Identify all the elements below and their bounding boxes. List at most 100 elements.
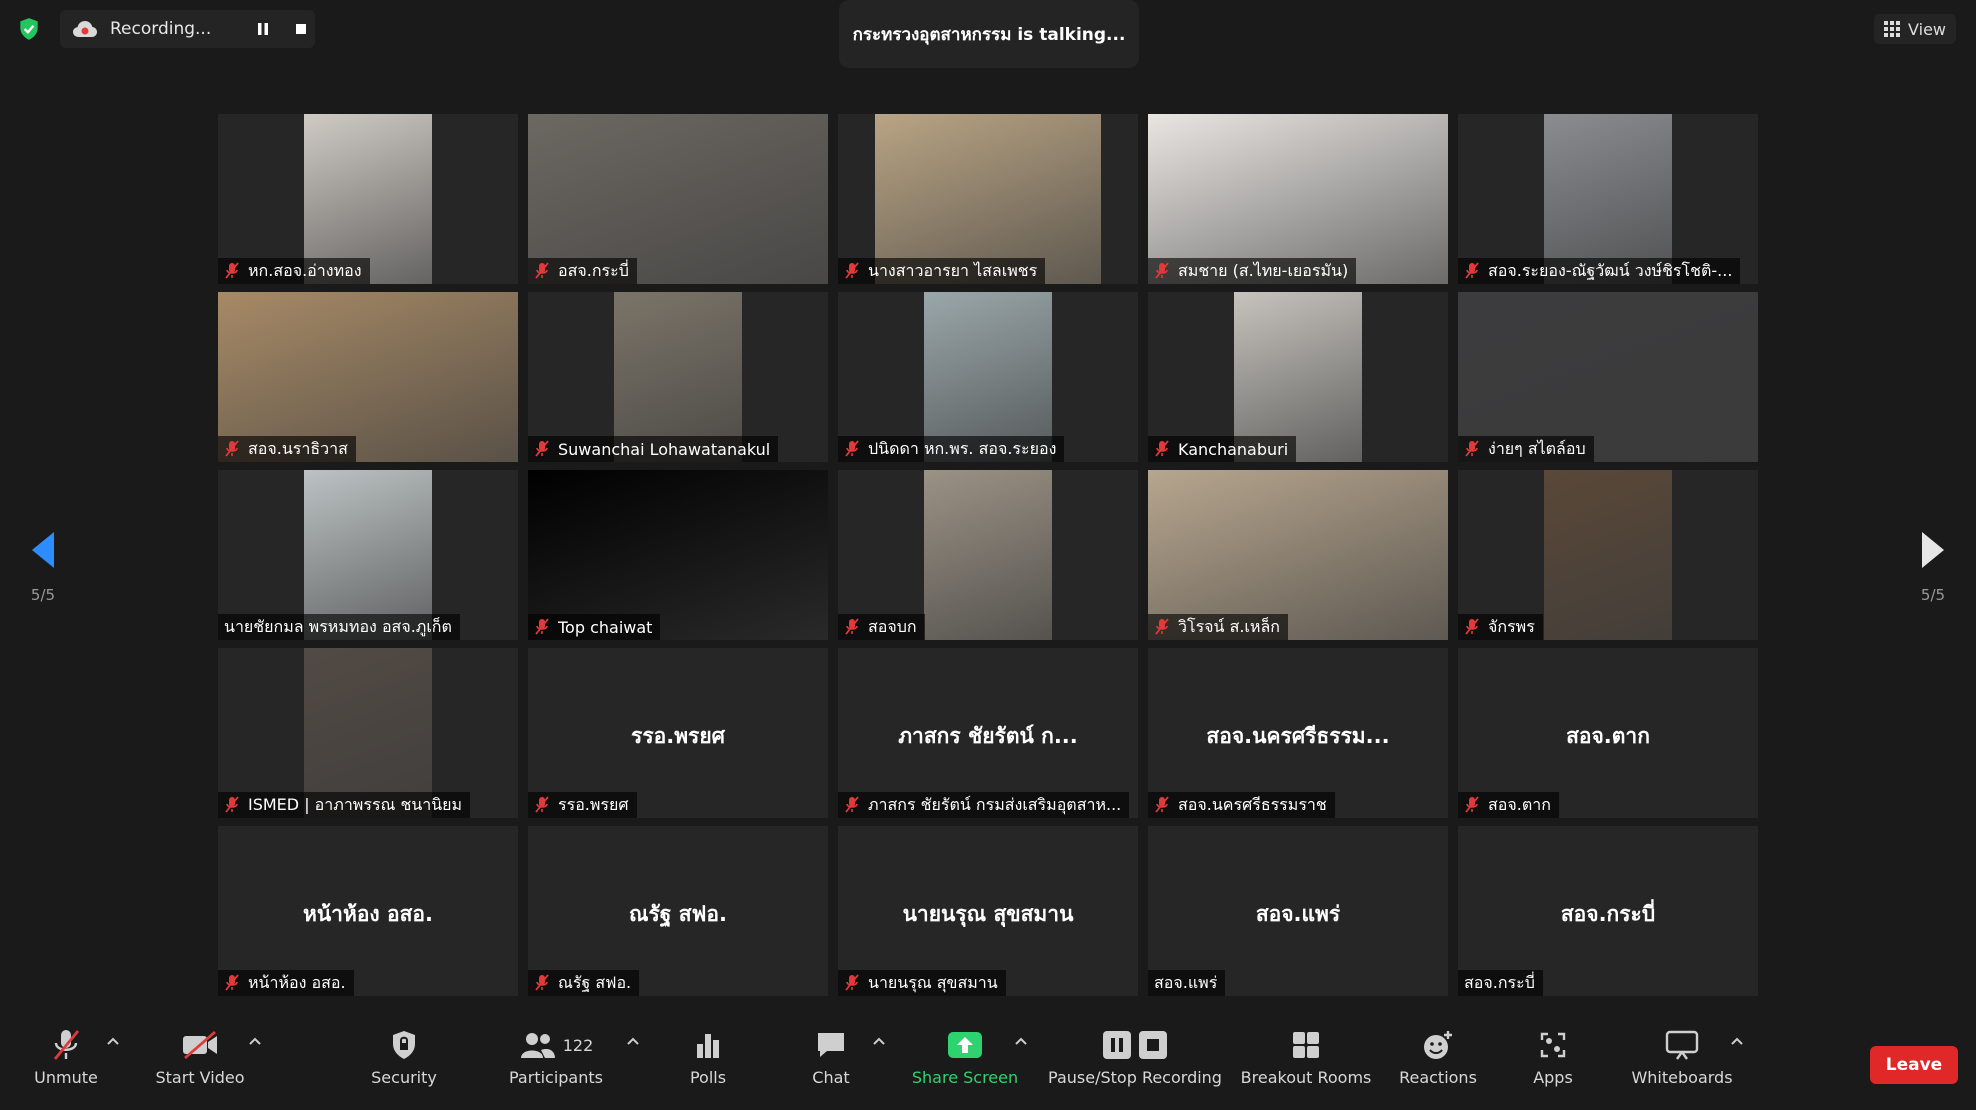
- participant-count: 122: [562, 1035, 594, 1055]
- participant-tile[interactable]: Top chaiwat: [528, 470, 828, 640]
- chat-button[interactable]: Chat: [806, 1026, 856, 1087]
- participant-tile[interactable]: สอจบก: [838, 470, 1138, 640]
- participant-center-name: ภาสกร ชัยรัตน์ ก...: [898, 724, 1078, 748]
- security-shield-icon[interactable]: [16, 16, 42, 42]
- share-screen-button[interactable]: Share Screen: [910, 1026, 1020, 1087]
- mic-muted-icon: [225, 974, 239, 991]
- participant-tile[interactable]: Suwanchai Lohawatanakul: [528, 292, 828, 462]
- security-button[interactable]: Security: [364, 1026, 444, 1087]
- participant-tile[interactable]: นายนรุณ สุขสมาน นายนรุณ สุขสมาน: [838, 826, 1138, 996]
- whiteboard-options-caret[interactable]: [1730, 1036, 1744, 1046]
- participant-name-tag: สอจ.แพร่: [1148, 970, 1226, 996]
- stop-recording-button[interactable]: [290, 18, 312, 40]
- participant-center-name: สอจ.นครศรีธรรม...: [1206, 724, 1390, 748]
- share-options-caret[interactable]: [1014, 1036, 1028, 1046]
- participant-name-tag: นายนรุณ สุขสมาน: [838, 970, 1006, 996]
- apps-button[interactable]: Apps: [1528, 1026, 1578, 1087]
- participant-name-tag: อสจ.กระบี่: [528, 258, 637, 284]
- pause-recording-button[interactable]: [252, 18, 274, 40]
- mic-muted-icon: [1465, 796, 1479, 813]
- participant-tile[interactable]: หก.สอจ.อ่างทอง: [218, 114, 518, 284]
- participant-tile[interactable]: หน้าห้อง อสอ. หน้าห้อง อสอ.: [218, 826, 518, 996]
- participant-name-tag: ง่ายๆ สไตล์อบ: [1458, 436, 1594, 462]
- participant-tile[interactable]: รรอ.พรยศ รรอ.พรยศ: [528, 648, 828, 818]
- participant-tile[interactable]: ง่ายๆ สไตล์อบ: [1458, 292, 1758, 462]
- leave-button[interactable]: Leave: [1870, 1046, 1958, 1084]
- participant-name-tag: หน้าห้อง อสอ.: [218, 970, 354, 996]
- participant-tile[interactable]: อสจ.กระบี่: [528, 114, 828, 284]
- participant-center-name: ณรัฐ สฟอ.: [629, 902, 727, 926]
- participant-tile[interactable]: ณรัฐ สฟอ. ณรัฐ สฟอ.: [528, 826, 828, 996]
- participant-name-tag: สมชาย (ส.ไทย-เยอรมัน): [1148, 258, 1357, 284]
- view-button[interactable]: View: [1874, 14, 1956, 44]
- previous-page-button[interactable]: 5/5: [13, 530, 73, 604]
- active-speaker-indicator: กระทรวงอุตสาหกรรม is talking...: [839, 0, 1139, 68]
- cloud-recording-icon: [73, 21, 97, 37]
- mic-muted-icon: [535, 440, 549, 457]
- mic-muted-icon: [53, 1030, 80, 1060]
- participant-name-tag: จักรพร: [1458, 614, 1543, 640]
- participant-name-tag: วิโรจน์ ส.เหล็ก: [1148, 614, 1288, 640]
- mic-muted-icon: [535, 262, 549, 279]
- participant-tile[interactable]: ภาสกร ชัยรัตน์ ก... ภาสกร ชัยรัตน์ กรมส่ง…: [838, 648, 1138, 818]
- mic-muted-icon: [225, 796, 239, 813]
- participant-name-tag: ณรัฐ สฟอ.: [528, 970, 640, 996]
- whiteboards-button[interactable]: Whiteboards: [1630, 1026, 1734, 1087]
- reactions-button[interactable]: Reactions: [1398, 1026, 1478, 1087]
- pause-icon: [258, 23, 268, 35]
- participant-tile[interactable]: นางสาวอารยา ไสลเพชร: [838, 114, 1138, 284]
- participant-tile[interactable]: สอจ.นครศรีธรรม... สอจ.นครศรีธรรมราช: [1148, 648, 1448, 818]
- participants-options-caret[interactable]: [626, 1036, 640, 1046]
- polls-button[interactable]: Polls: [678, 1026, 738, 1087]
- participant-video: [1544, 470, 1672, 640]
- mic-muted-icon: [1155, 262, 1169, 279]
- participants-icon: [520, 1033, 555, 1058]
- participant-name-tag: หก.สอจ.อ่างทอง: [218, 258, 370, 284]
- participant-name-tag: Suwanchai Lohawatanakul: [528, 436, 779, 462]
- participant-tile[interactable]: ISMED | อาภาพรรณ ชนานิยม: [218, 648, 518, 818]
- participant-tile[interactable]: นายชัยกมล พรหมทอง อสจ.ภูเก็ต: [218, 470, 518, 640]
- participants-button[interactable]: 122 Participants: [506, 1026, 606, 1087]
- arrow-left-icon: [32, 532, 54, 568]
- chat-options-caret[interactable]: [872, 1036, 886, 1046]
- stop-icon: [296, 24, 306, 34]
- participant-name-tag: ภาสกร ชัยรัตน์ กรมส่งเสริมอุตสาห...: [838, 792, 1130, 818]
- active-speaker-label: กระทรวงอุตสาหกรรม is talking...: [852, 24, 1126, 45]
- pause-stop-recording-button[interactable]: Pause/Stop Recording: [1048, 1026, 1222, 1087]
- mic-muted-icon: [845, 974, 859, 991]
- participant-tile[interactable]: สอจ.แพร่ สอจ.แพร่: [1148, 826, 1448, 996]
- mic-muted-icon: [1465, 618, 1479, 635]
- mic-muted-icon: [845, 796, 859, 813]
- participant-center-name: รรอ.พรยศ: [631, 724, 725, 748]
- start-video-button[interactable]: Start Video: [152, 1026, 248, 1087]
- mic-muted-icon: [225, 440, 239, 457]
- unmute-button[interactable]: Unmute: [30, 1026, 102, 1087]
- mic-muted-icon: [535, 796, 549, 813]
- breakout-rooms-button[interactable]: Breakout Rooms: [1241, 1026, 1371, 1087]
- chat-icon: [818, 1033, 844, 1057]
- participant-tile[interactable]: สอจ.ระยอง-ณัฐวัฒน์ วงษ์ชิรโชติ-...: [1458, 114, 1758, 284]
- participant-center-name: สอจ.แพร่: [1255, 902, 1341, 926]
- participant-tile[interactable]: สมชาย (ส.ไทย-เยอรมัน): [1148, 114, 1448, 284]
- page-indicator-right: 5/5: [1920, 586, 1946, 604]
- participant-tile[interactable]: จักรพร: [1458, 470, 1758, 640]
- participant-tile[interactable]: ปนิดดา หก.พร. สอจ.ระยอง: [838, 292, 1138, 462]
- mic-muted-icon: [535, 974, 549, 991]
- video-options-caret[interactable]: [248, 1036, 262, 1046]
- participant-tile[interactable]: Kanchanaburi: [1148, 292, 1448, 462]
- mic-muted-icon: [1155, 796, 1169, 813]
- participant-center-name: นายนรุณ สุขสมาน: [902, 902, 1074, 926]
- meeting-toolbar: Unmute Start Video Security 122 Particip…: [0, 1014, 1976, 1110]
- participant-tile[interactable]: สอจ.นราธิวาส: [218, 292, 518, 462]
- participant-name-tag: สอจ.กระบี่: [1458, 970, 1543, 996]
- participant-tile[interactable]: สอจ.ตาก สอจ.ตาก: [1458, 648, 1758, 818]
- mic-muted-icon: [1155, 440, 1169, 457]
- mic-muted-icon: [1465, 440, 1479, 457]
- next-page-button[interactable]: 5/5: [1903, 530, 1963, 604]
- participant-tile[interactable]: วิโรจน์ ส.เหล็ก: [1148, 470, 1448, 640]
- participant-video: [924, 470, 1052, 640]
- participant-name-tag: Top chaiwat: [528, 614, 661, 640]
- participant-tile[interactable]: สอจ.กระบี่ สอจ.กระบี่: [1458, 826, 1758, 996]
- participant-center-name: สอจ.กระบี่: [1560, 902, 1656, 926]
- audio-options-caret[interactable]: [106, 1036, 120, 1046]
